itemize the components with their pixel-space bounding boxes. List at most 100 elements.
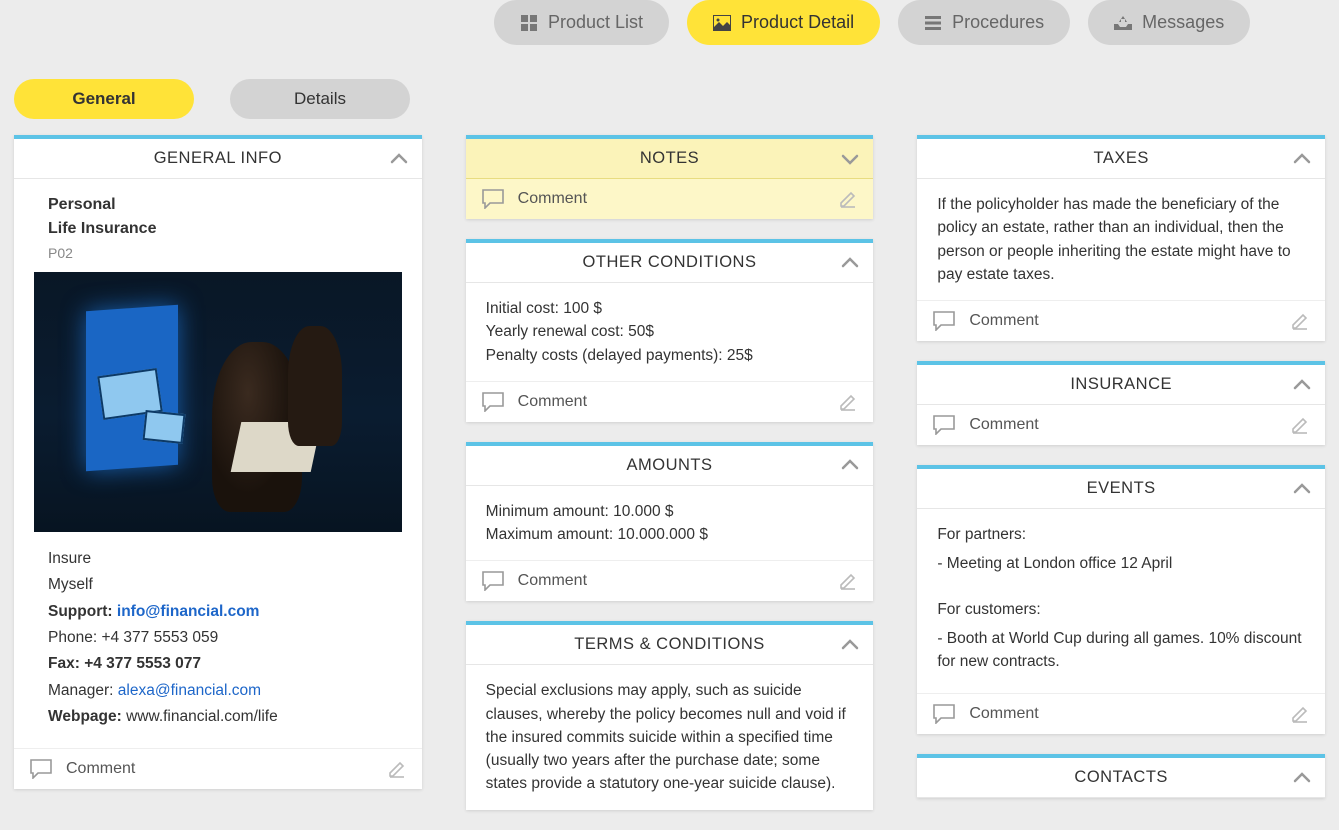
chevron-up-icon[interactable] — [841, 459, 859, 471]
edit-icon[interactable] — [1291, 416, 1309, 434]
nav-label: Product Detail — [741, 12, 854, 33]
comment-row[interactable]: Comment — [917, 405, 1325, 445]
edit-icon[interactable] — [1291, 705, 1309, 723]
contact-block: Insure Myself Support: info@financial.co… — [48, 546, 388, 730]
card-body: Initial cost: 100 $ Yearly renewal cost:… — [466, 283, 874, 381]
card-header: INSURANCE — [917, 365, 1325, 405]
card-header: TAXES — [917, 139, 1325, 179]
top-nav: Product List Product Detail Procedures M… — [494, 0, 1325, 59]
chevron-up-icon[interactable] — [1293, 772, 1311, 784]
comment-icon — [933, 415, 955, 435]
nav-product-detail[interactable]: Product Detail — [687, 0, 880, 45]
chevron-up-icon[interactable] — [1293, 379, 1311, 391]
card-taxes: TAXES If the policyholder has made the b… — [917, 135, 1325, 341]
company-line2: Myself — [48, 572, 388, 598]
nav-procedures[interactable]: Procedures — [898, 0, 1070, 45]
card-header: GENERAL INFO — [14, 139, 422, 179]
product-code: P02 — [48, 243, 388, 264]
support-email-link[interactable]: info@financial.com — [117, 603, 260, 620]
chevron-up-icon[interactable] — [841, 639, 859, 651]
card-header: EVENTS — [917, 469, 1325, 509]
card-header: NOTES — [466, 139, 874, 179]
edit-icon[interactable] — [1291, 312, 1309, 330]
condition-line: Initial cost: 100 $ — [486, 297, 854, 320]
sub-tabs: General Details — [14, 79, 1325, 119]
manager-email-link[interactable]: alexa@financial.com — [118, 682, 261, 699]
chevron-up-icon[interactable] — [390, 153, 408, 165]
comment-row[interactable]: Comment — [466, 381, 874, 422]
manager-label: Manager: — [48, 682, 118, 699]
phone-label: Phone: — [48, 629, 101, 646]
card-title: CONTACTS — [1074, 768, 1168, 787]
card-body: Minimum amount: 10.000 $ Maximum amount:… — [466, 486, 874, 561]
card-body: If the policyholder has made the benefic… — [917, 179, 1325, 300]
comment-label: Comment — [969, 416, 1038, 434]
edit-icon[interactable] — [388, 760, 406, 778]
condition-line: Penalty costs (delayed payments): 25$ — [486, 344, 854, 367]
fax-value: +4 377 5553 077 — [84, 655, 201, 672]
events-partners-line: - Meeting at London office 12 April — [937, 552, 1305, 575]
comment-row[interactable]: Comment — [466, 179, 874, 219]
edit-icon[interactable] — [839, 393, 857, 411]
taxes-text: If the policyholder has made the benefic… — [937, 193, 1305, 286]
comment-label: Comment — [969, 312, 1038, 330]
card-title: EVENTS — [1087, 479, 1156, 498]
comment-icon — [933, 311, 955, 331]
comment-row[interactable]: Comment — [14, 748, 422, 789]
comment-row[interactable]: Comment — [917, 300, 1325, 341]
nav-messages[interactable]: Messages — [1088, 0, 1250, 45]
chevron-up-icon[interactable] — [841, 257, 859, 269]
card-header: CONTACTS — [917, 758, 1325, 798]
card-general-info: GENERAL INFO Personal Life Insurance P02 — [14, 135, 422, 789]
card-contacts: CONTACTS — [917, 754, 1325, 798]
tab-label: Details — [294, 89, 346, 109]
card-title: INSURANCE — [1070, 375, 1172, 394]
comment-row[interactable]: Comment — [917, 693, 1325, 734]
product-image — [34, 272, 402, 532]
card-title: TERMS & CONDITIONS — [574, 635, 765, 654]
comment-label: Comment — [518, 190, 587, 208]
comment-icon — [482, 571, 504, 591]
card-body: Special exclusions may apply, such as su… — [466, 665, 874, 809]
events-customers-line: - Booth at World Cup during all games. 1… — [937, 627, 1305, 674]
comment-row[interactable]: Comment — [466, 560, 874, 601]
chevron-up-icon[interactable] — [1293, 483, 1311, 495]
card-title: NOTES — [640, 149, 699, 168]
image-icon — [713, 14, 731, 32]
webpage-value: www.financial.com/life — [126, 708, 278, 725]
list-icon — [924, 14, 942, 32]
inbox-icon — [1114, 14, 1132, 32]
fax-label: Fax: — [48, 655, 84, 672]
phone-value: +4 377 5553 059 — [101, 629, 218, 646]
tab-general[interactable]: General — [14, 79, 194, 119]
comment-icon — [933, 704, 955, 724]
card-header: TERMS & CONDITIONS — [466, 625, 874, 665]
edit-icon[interactable] — [839, 190, 857, 208]
product-line2: Life Insurance — [48, 217, 388, 241]
card-terms: TERMS & CONDITIONS Special exclusions ma… — [466, 621, 874, 809]
terms-text: Special exclusions may apply, such as su… — [486, 679, 854, 795]
support-label: Support: — [48, 603, 113, 620]
card-title: OTHER CONDITIONS — [583, 253, 757, 272]
column-2: NOTES Comment OTHER CONDITIONS — [466, 135, 874, 810]
comment-icon — [482, 189, 504, 209]
column-3: TAXES If the policyholder has made the b… — [917, 135, 1325, 798]
chevron-up-icon[interactable] — [1293, 153, 1311, 165]
card-notes: NOTES Comment — [466, 135, 874, 219]
edit-icon[interactable] — [839, 572, 857, 590]
comment-icon — [482, 392, 504, 412]
card-header: AMOUNTS — [466, 446, 874, 486]
product-line1: Personal — [48, 193, 388, 217]
company-line1: Insure — [48, 546, 388, 572]
card-amounts: AMOUNTS Minimum amount: 10.000 $ Maximum… — [466, 442, 874, 602]
card-events: EVENTS For partners: - Meeting at London… — [917, 465, 1325, 734]
nav-product-list[interactable]: Product List — [494, 0, 669, 45]
card-title: AMOUNTS — [627, 456, 713, 475]
tab-details[interactable]: Details — [230, 79, 410, 119]
card-other-conditions: OTHER CONDITIONS Initial cost: 100 $ Yea… — [466, 239, 874, 422]
chevron-down-icon[interactable] — [841, 153, 859, 165]
comment-label: Comment — [66, 760, 135, 778]
grid-icon — [520, 14, 538, 32]
comment-label: Comment — [518, 572, 587, 590]
tab-label: General — [72, 89, 135, 109]
